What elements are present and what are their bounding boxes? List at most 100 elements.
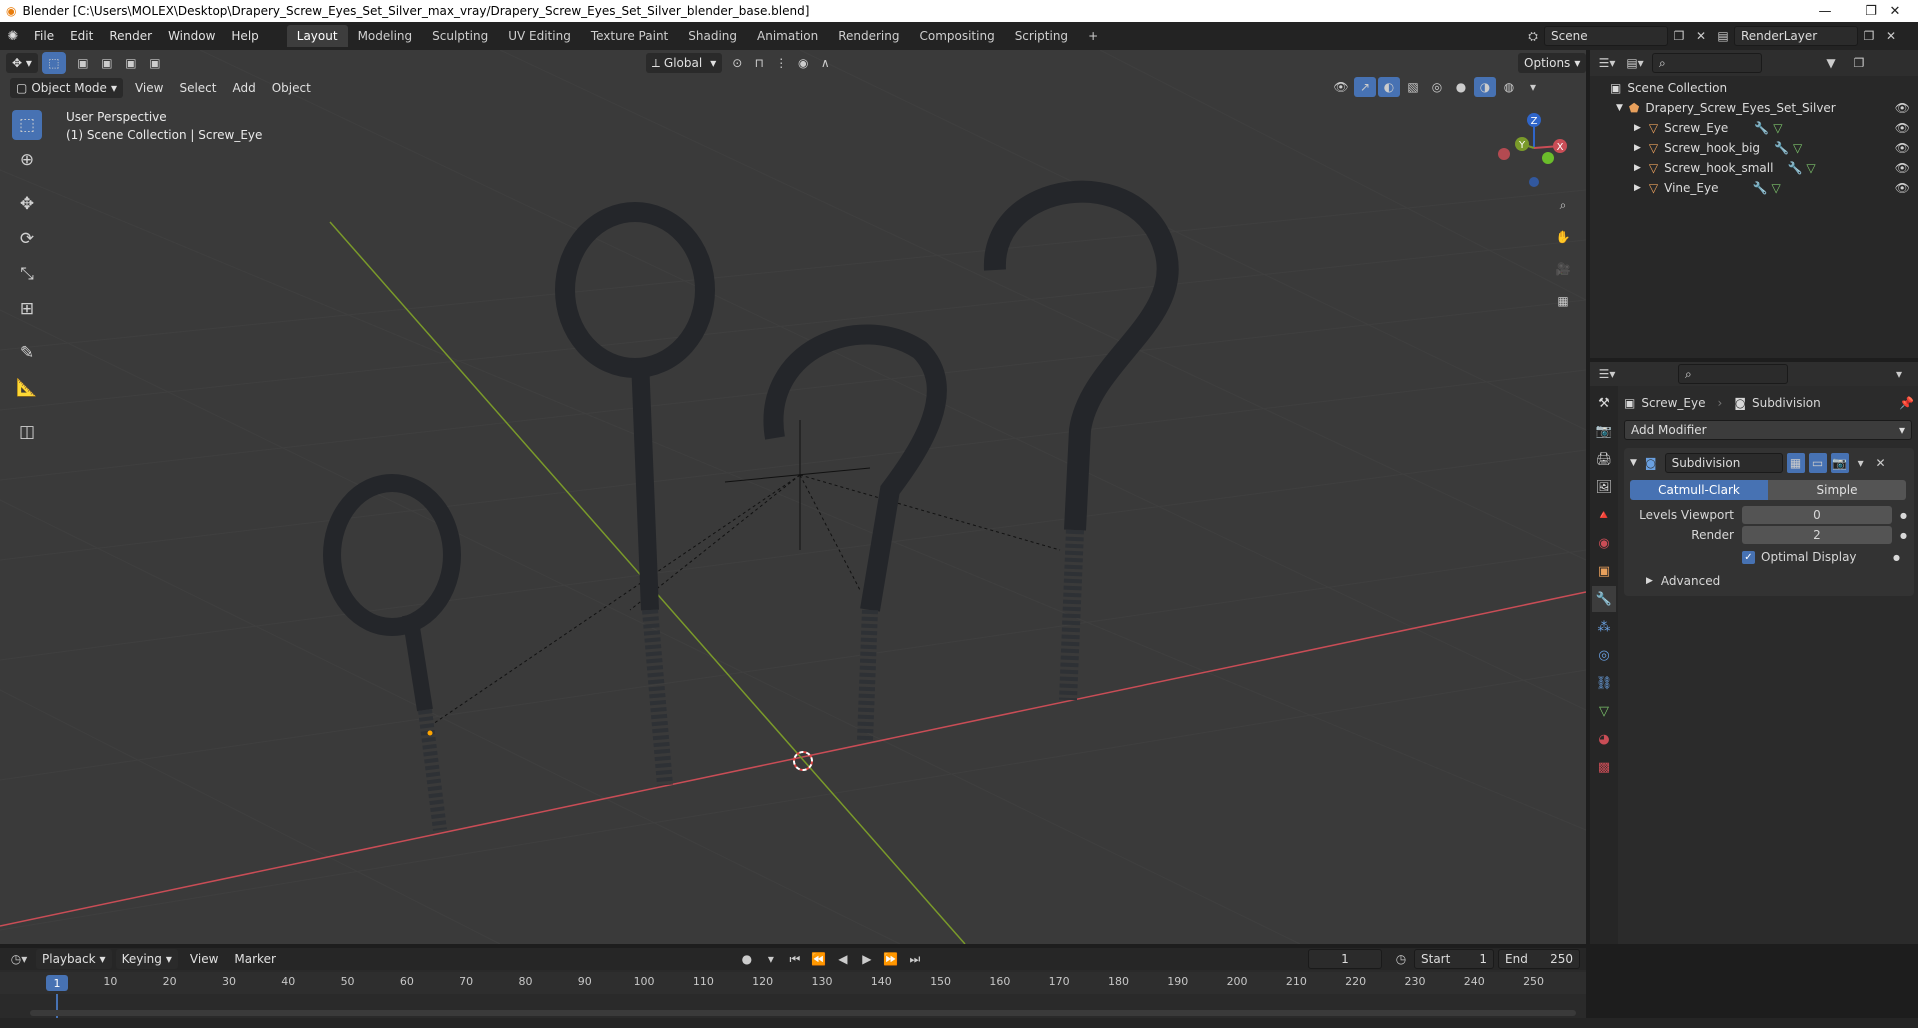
close-button[interactable]: ✕	[1872, 0, 1918, 22]
rotate-tool-icon[interactable]: ⟳	[12, 224, 42, 254]
properties-editor-icon[interactable]: ☰▾	[1596, 364, 1618, 384]
gizmo-toggle-icon[interactable]: ↗	[1354, 77, 1376, 97]
next-keyframe-icon[interactable]: ⏩	[880, 949, 902, 969]
select-new-icon[interactable]: ▣	[72, 53, 94, 73]
modifier-menu-icon[interactable]: ▾	[1853, 453, 1869, 473]
mode-dropdown[interactable]: ▢ Object Mode ▾	[10, 78, 123, 98]
add-cube-tool-icon[interactable]: ◫	[12, 417, 42, 447]
tab-modeling[interactable]: Modeling	[348, 25, 423, 47]
shading-options-icon[interactable]: ▾	[1522, 77, 1544, 97]
playback-menu[interactable]: Playback ▾	[36, 949, 112, 969]
render-layer-field[interactable]: RenderLayer	[1734, 26, 1858, 46]
select-tool-icon[interactable]: ⬚	[12, 110, 42, 140]
jump-end-icon[interactable]: ⏭	[904, 949, 926, 969]
keyframe-dot-icon[interactable]: ●	[1893, 553, 1900, 562]
keyframe-dot-icon[interactable]: ●	[1900, 511, 1907, 520]
wireframe-shading-icon[interactable]: ◎	[1426, 77, 1448, 97]
modifier-tab-icon[interactable]: 🔧	[1592, 586, 1616, 612]
outliner-row-screw-hook-small[interactable]: ▶ ▽ Screw_hook_small 🔧 ▽ 👁	[1590, 158, 1918, 178]
expand-arrow-icon[interactable]: ▼	[1616, 103, 1623, 113]
move-tool-icon[interactable]: ✥	[12, 189, 42, 219]
particles-tab-icon[interactable]: ⁂	[1592, 614, 1616, 640]
visibility-icon[interactable]: 👁	[1330, 77, 1352, 97]
cursor-tool-icon[interactable]: ⊕	[12, 145, 42, 175]
outliner-row-vine-eye[interactable]: ▶ ▽ Vine_Eye 🔧 ▽ 👁	[1590, 178, 1918, 198]
3d-viewport[interactable]	[0, 50, 1586, 944]
render-tab-icon[interactable]: 📷	[1592, 418, 1616, 444]
preview-range-icon[interactable]: ◷	[1390, 949, 1412, 969]
render-levels-field[interactable]: 2	[1742, 526, 1892, 544]
play-icon[interactable]: ▶	[856, 949, 878, 969]
outliner-row-scene-collection[interactable]: ▣ Scene Collection	[1590, 78, 1918, 98]
visibility-eye-icon[interactable]: 👁	[1895, 101, 1910, 115]
viewport-menu-select[interactable]: Select	[171, 77, 224, 99]
visibility-eye-icon[interactable]: 👁	[1895, 121, 1910, 135]
scene-icon[interactable]: ⛭	[1522, 26, 1544, 46]
start-frame-field[interactable]: Start 1	[1414, 949, 1494, 969]
outliner-row-screw-hook-big[interactable]: ▶ ▽ Screw_hook_big 🔧 ▽ 👁	[1590, 138, 1918, 158]
render-layer-icon[interactable]: ▤	[1712, 26, 1734, 46]
menu-render[interactable]: Render	[101, 22, 160, 50]
scene-field[interactable]: Scene	[1544, 26, 1668, 46]
empty-object[interactable]	[724, 420, 871, 550]
ortho-grid-icon[interactable]: ▦	[1550, 288, 1576, 314]
menu-edit[interactable]: Edit	[62, 22, 101, 50]
material-shading-icon[interactable]: ◑	[1474, 77, 1496, 97]
tab-shading[interactable]: Shading	[678, 25, 747, 47]
record-options-icon[interactable]: ▾	[760, 949, 782, 969]
display-mode-icon[interactable]: ▤▾	[1624, 53, 1646, 73]
screw-hook-big-object[interactable]	[555, 202, 715, 786]
visibility-eye-icon[interactable]: 👁	[1895, 161, 1910, 175]
levels-viewport-field[interactable]: 0	[1742, 506, 1892, 524]
view-layer-tab-icon[interactable]: 🖼	[1592, 474, 1616, 500]
tab-compositing[interactable]: Compositing	[909, 25, 1004, 47]
3d-cursor[interactable]	[793, 751, 813, 771]
remove-modifier-icon[interactable]: ✕	[1873, 453, 1889, 473]
expand-arrow-icon[interactable]: ▶	[1634, 123, 1641, 133]
timeline-view-menu[interactable]: View	[182, 948, 226, 970]
jump-start-icon[interactable]: ⏮	[784, 949, 806, 969]
menu-window[interactable]: Window	[160, 22, 223, 50]
new-collection-icon[interactable]: ❐	[1848, 53, 1870, 73]
chevron-down-icon[interactable]: ▾	[1888, 364, 1910, 384]
screw-hook-small-object[interactable]	[763, 324, 947, 741]
physics-tab-icon[interactable]: ◎	[1592, 642, 1616, 668]
falloff-icon[interactable]: ∧	[814, 53, 836, 73]
pivot-icon[interactable]: ⊙	[726, 53, 748, 73]
new-scene-icon[interactable]: ❐	[1668, 26, 1690, 46]
output-tab-icon[interactable]: 🖨	[1592, 446, 1616, 472]
select-subtract-icon[interactable]: ▣	[120, 53, 142, 73]
tab-animation[interactable]: Animation	[747, 25, 828, 47]
collapse-arrow-icon[interactable]: ▼	[1630, 458, 1637, 468]
play-reverse-icon[interactable]: ◀	[832, 949, 854, 969]
new-layer-icon[interactable]: ❐	[1858, 26, 1880, 46]
keyframe-dot-icon[interactable]: ●	[1900, 531, 1907, 540]
tab-sculpting[interactable]: Sculpting	[422, 25, 498, 47]
world-tab-icon[interactable]: ◉	[1592, 530, 1616, 556]
pan-hand-icon[interactable]: ✋	[1550, 224, 1576, 250]
select-extend-icon[interactable]: ▣	[96, 53, 118, 73]
expand-arrow-icon[interactable]: ▶	[1634, 183, 1641, 193]
editor-type-dropdown[interactable]: ✥ ▾	[6, 53, 38, 73]
vine-eye-object[interactable]	[983, 180, 1179, 701]
timeline-ruler[interactable]: 1 10 20 30 40 50 60 70 80 90 100 110 120 130 140 150 16…	[0, 972, 1586, 994]
menu-file[interactable]: File	[26, 22, 62, 50]
constraints-tab-icon[interactable]: ⛓	[1592, 670, 1616, 696]
material-tab-icon[interactable]: ◕	[1592, 726, 1616, 752]
xray-toggle-icon[interactable]: ▧	[1402, 77, 1424, 97]
screw-eye-object[interactable]	[323, 474, 461, 831]
timeline-editor-icon[interactable]: ◷▾	[8, 949, 30, 969]
overlay-toggle-icon[interactable]: ◐	[1378, 77, 1400, 97]
delete-layer-icon[interactable]: ✕	[1880, 26, 1902, 46]
select-invert-icon[interactable]: ▣	[144, 53, 166, 73]
simple-button[interactable]: Simple	[1768, 480, 1906, 500]
advanced-subpanel-header[interactable]: ▶ Advanced	[1630, 574, 1908, 588]
measure-tool-icon[interactable]: 📐	[12, 373, 42, 403]
tab-uv-editing[interactable]: UV Editing	[498, 25, 581, 47]
blender-menu-icon[interactable]: ✺	[0, 29, 26, 44]
navigation-gizmo[interactable]: Z X Y	[1490, 108, 1570, 188]
tab-scripting[interactable]: Scripting	[1005, 25, 1078, 47]
visibility-eye-icon[interactable]: 👁	[1895, 181, 1910, 195]
zoom-icon[interactable]: ⌕	[1550, 192, 1576, 218]
menu-help[interactable]: Help	[223, 22, 266, 50]
